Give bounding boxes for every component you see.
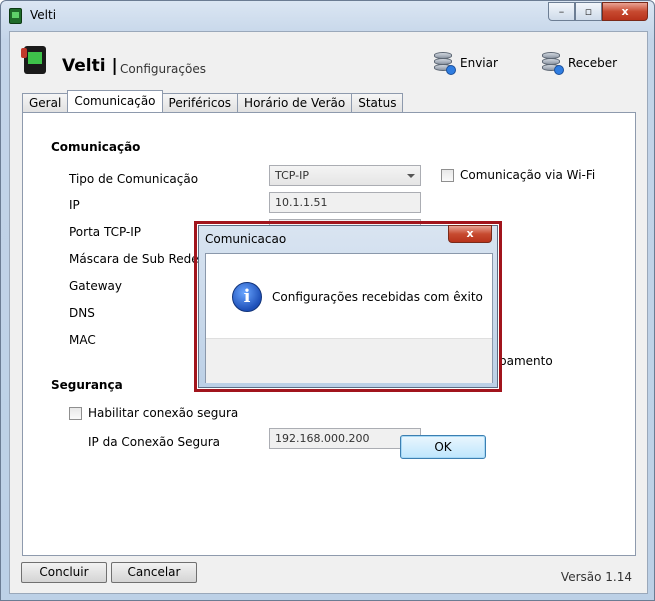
title-bar[interactable]: Velti – ▫ x bbox=[1, 1, 654, 31]
secure-connection-checkbox[interactable] bbox=[69, 407, 82, 420]
database-download-icon bbox=[542, 52, 564, 75]
info-icon: i bbox=[232, 282, 262, 312]
comunicacao-section-title: Comunicação bbox=[51, 140, 141, 154]
tipo-comunicacao-value: TCP-IP bbox=[275, 169, 309, 182]
tab-geral[interactable]: Geral bbox=[22, 93, 69, 112]
ok-button[interactable]: OK bbox=[400, 435, 486, 459]
dialog-title: Comunicacao bbox=[205, 232, 287, 246]
wifi-checkbox[interactable] bbox=[441, 169, 454, 182]
dns-label: DNS bbox=[69, 306, 95, 320]
secure-connection-label: Habilitar conexão segura bbox=[88, 406, 239, 420]
app-icon bbox=[9, 8, 22, 24]
minimize-button[interactable]: – bbox=[548, 2, 575, 21]
page-subtitle: Configurações bbox=[120, 62, 206, 76]
mac-label: MAC bbox=[69, 333, 96, 347]
send-button[interactable]: Enviar bbox=[434, 52, 498, 75]
cancelar-button[interactable]: Cancelar bbox=[111, 562, 197, 583]
seguranca-section-title: Segurança bbox=[51, 378, 123, 392]
receive-button[interactable]: Receber bbox=[542, 52, 618, 75]
window-title: Velti bbox=[30, 8, 57, 22]
dialog-footer: OK bbox=[206, 338, 492, 459]
tipo-comunicacao-select[interactable]: TCP-IP bbox=[269, 165, 421, 186]
dialog-close-button[interactable]: x bbox=[448, 225, 492, 243]
ip-field[interactable]: 10.1.1.51 bbox=[269, 192, 421, 213]
secure-ip-field[interactable]: 192.168.000.200 bbox=[269, 428, 421, 449]
version-label: Versão 1.14 bbox=[560, 570, 632, 584]
send-label: Enviar bbox=[460, 56, 498, 70]
partial-label: pamento bbox=[499, 354, 553, 368]
close-button[interactable]: x bbox=[602, 2, 648, 21]
mascara-label: Máscara de Sub Rede bbox=[69, 252, 199, 266]
tab-comunicacao[interactable]: Comunicação bbox=[67, 90, 163, 112]
wifi-label: Comunicação via Wi-Fi bbox=[460, 168, 596, 182]
tab-status[interactable]: Status bbox=[351, 93, 404, 112]
chevron-down-icon bbox=[407, 174, 415, 178]
brand-name: Velti | bbox=[62, 56, 118, 76]
dialog-message: Configurações recebidas com êxito bbox=[272, 290, 483, 304]
tab-perifericos[interactable]: Periféricos bbox=[161, 93, 239, 112]
message-dialog: Comunicacao x i Configurações recebidas … bbox=[198, 225, 498, 459]
window-controls: – ▫ x bbox=[548, 2, 648, 21]
ip-label: IP bbox=[69, 198, 80, 212]
receive-label: Receber bbox=[568, 56, 618, 70]
tab-bar: Geral Comunicação Periféricos Horário de… bbox=[22, 90, 404, 112]
tab-horario-verao[interactable]: Horário de Verão bbox=[237, 93, 353, 112]
database-upload-icon bbox=[434, 52, 456, 75]
gateway-label: Gateway bbox=[69, 279, 123, 293]
porta-label: Porta TCP-IP bbox=[69, 225, 142, 239]
dialog-body: i Configurações recebidas com êxito OK bbox=[205, 253, 493, 459]
secure-ip-label: IP da Conexão Segura bbox=[88, 435, 220, 449]
velti-logo-icon bbox=[21, 46, 46, 74]
maximize-button[interactable]: ▫ bbox=[575, 2, 602, 21]
tipo-comunicacao-label: Tipo de Comunicação bbox=[69, 172, 199, 186]
concluir-button[interactable]: Concluir bbox=[21, 562, 107, 583]
